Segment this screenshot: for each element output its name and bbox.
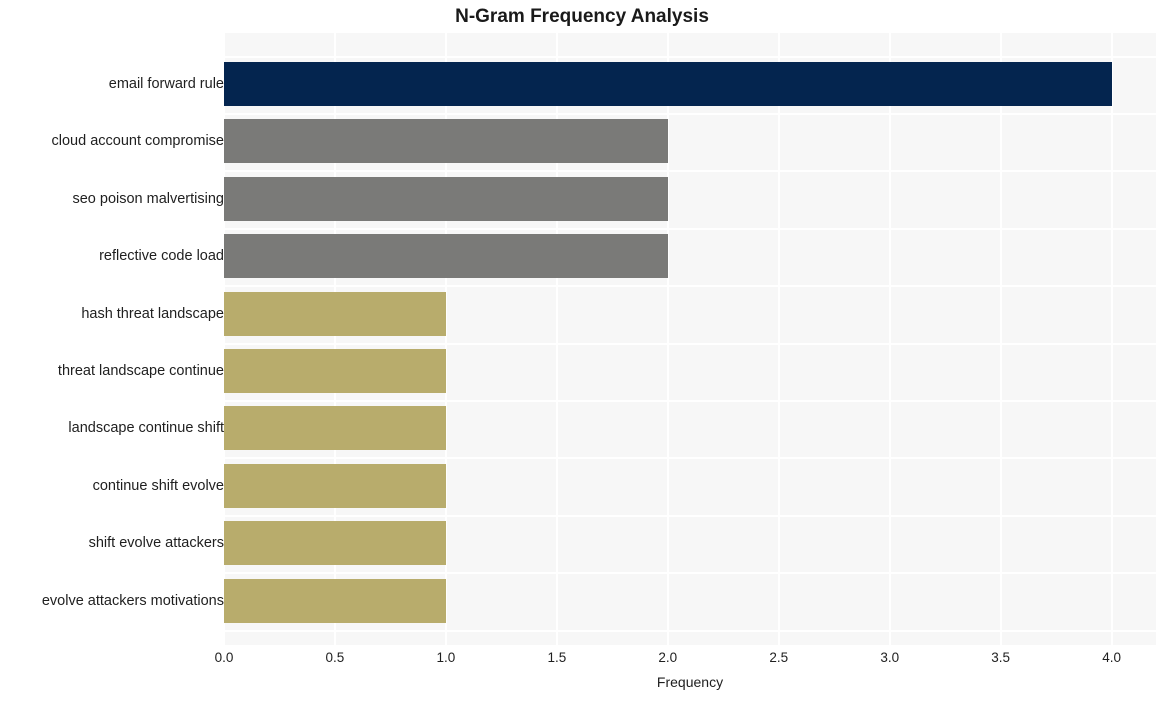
x-axis-tick-label: 2.0 [658, 650, 678, 665]
x-axis-tick-labels: 0.0 0.5 1.0 1.5 2.0 2.5 3.0 3.5 4.0 [215, 650, 1156, 672]
x-axis-tick-label: 0.5 [325, 650, 345, 665]
bar [224, 291, 446, 336]
ngram-frequency-chart: N-Gram Frequency Analysis email forward … [0, 0, 1164, 701]
gridline-horizontal [224, 457, 1156, 460]
gridline-horizontal [224, 55, 1156, 58]
x-axis-tick-label: 4.0 [1102, 650, 1121, 665]
chart-title: N-Gram Frequency Analysis [455, 6, 709, 27]
gridline-horizontal [224, 285, 1156, 288]
x-axis-tick-label: 3.5 [991, 650, 1011, 665]
x-axis-tick-label: 0.0 [214, 650, 234, 665]
gridline-vertical [777, 33, 780, 645]
gridline-vertical [888, 33, 891, 645]
bar [224, 349, 446, 393]
x-axis-tick-label: 2.5 [769, 650, 789, 665]
x-axis-tick-label: 1.5 [547, 650, 567, 665]
gridline-horizontal [224, 170, 1156, 173]
y-axis-tick-label: shift evolve attackers [88, 535, 224, 552]
y-axis-tick-label: hash threat landscape [81, 305, 224, 322]
gridline-vertical [1110, 33, 1113, 645]
bar [224, 406, 446, 451]
plot-area [224, 33, 1156, 645]
y-axis-tick-label: threat landscape continue [57, 363, 224, 379]
y-axis-tick-label: reflective code load [99, 248, 224, 265]
bar [224, 463, 446, 508]
gridline-horizontal [224, 342, 1156, 345]
gridline-horizontal [224, 572, 1156, 575]
gridline-horizontal [224, 514, 1156, 517]
bar [224, 578, 446, 623]
bar [224, 119, 668, 164]
y-axis-tick-label: landscape continue shift [68, 420, 224, 437]
bar [224, 234, 668, 279]
bar [224, 176, 668, 221]
x-axis-tick-label: 1.0 [436, 650, 456, 665]
y-axis-tick-label: cloud account compromise [51, 133, 224, 150]
y-axis-tick-labels: email forward rule cloud account compromi… [0, 33, 224, 645]
y-axis-tick-label: seo poison malvertising [72, 190, 224, 207]
y-axis-tick-label: continue shift evolve [92, 477, 224, 494]
gridline-horizontal [224, 112, 1156, 115]
y-axis-tick-label: evolve attackers motivations [41, 592, 224, 609]
gridline-horizontal [224, 399, 1156, 402]
gridline-horizontal [224, 227, 1156, 230]
y-axis-tick-label: email forward rule [108, 76, 224, 92]
bar [224, 521, 446, 566]
bar [224, 62, 1112, 106]
gridline-horizontal [224, 629, 1156, 632]
gridline-vertical [999, 33, 1002, 645]
x-axis-tick-label: 3.0 [880, 650, 900, 665]
x-axis-title: Frequency [656, 674, 724, 690]
